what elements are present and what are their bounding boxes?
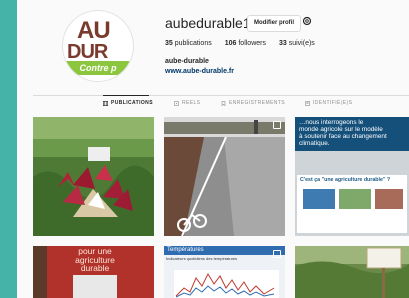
tab-publications[interactable]: PUBLICATIONS — [103, 100, 153, 106]
profile-stats: 35 publications 106 followers 33 suivi(e… — [165, 40, 315, 47]
avatar-logo-band: Contre p — [63, 61, 133, 75]
post-thumbnail-2[interactable] — [164, 117, 285, 236]
post-watermark: Vimeo — [388, 225, 405, 231]
post-text-line: climatique. — [299, 140, 330, 147]
post-thumbnail-6[interactable] — [295, 246, 409, 298]
profile-avatar[interactable]: AU DUR Contre p — [63, 11, 133, 81]
post-image — [164, 117, 285, 236]
tab-label: PUBLICATIONS — [111, 100, 153, 106]
edit-profile-button[interactable]: Modifier profil — [247, 15, 301, 32]
tabs-divider — [33, 95, 409, 96]
post-text-line: à soutenir face au changement — [299, 133, 387, 140]
profile-username: aubedurable10 — [165, 15, 259, 31]
post-text-line: …nous interrogeons le — [299, 119, 364, 126]
multi-photo-icon — [273, 121, 281, 129]
instagram-profile-page: AU DUR Contre p aubedurable10 Modifier p… — [17, 0, 409, 298]
grid-icon — [103, 100, 108, 106]
tab-identifies[interactable]: IDENTIFIÉ(E)S — [305, 100, 352, 106]
profile-tabs: PUBLICATIONS REELS ENREGISTREMENTS IDENT… — [17, 100, 409, 110]
post-text-line: durable — [80, 263, 110, 273]
post-chart-subtitle: Indicateurs quotidiens des températures — [166, 256, 238, 261]
tab-reels[interactable]: REELS — [174, 100, 200, 106]
stat-following[interactable]: 33 suivi(e)s — [279, 40, 315, 47]
gear-icon[interactable] — [302, 16, 312, 26]
post-question: C'est ça "une agriculture durable" ? — [300, 177, 391, 183]
post-thumbnail-3[interactable]: …nous interrogeons le monde agricole sur… — [295, 117, 409, 236]
tab-label: IDENTIFIÉ(E)S — [313, 100, 353, 106]
post-caption-box: …nous interrogeons le monde agricole sur… — [295, 117, 409, 151]
post-image — [33, 117, 154, 236]
stat-followers[interactable]: 106 followers — [225, 40, 266, 47]
reels-icon — [174, 100, 179, 106]
post-text-line: monde agricole sur le modèle — [299, 126, 383, 133]
bookmark-icon — [221, 100, 226, 106]
profile-full-name: aube-durable — [165, 58, 209, 65]
tab-label: REELS — [182, 100, 201, 106]
tab-label: ENREGISTREMENTS — [229, 100, 286, 106]
post-chart-image — [174, 270, 279, 298]
post-thumbnail-4[interactable]: pour une agriculture durable — [33, 246, 154, 298]
multi-photo-icon — [273, 250, 281, 258]
post-thumbnail-5[interactable]: Températures Indicateurs quotidiens des … — [164, 246, 285, 298]
tag-icon — [305, 100, 310, 106]
active-tab-indicator — [103, 95, 149, 96]
post-image — [295, 246, 409, 298]
stat-publications[interactable]: 35 publications — [165, 40, 212, 47]
tab-enregistrements[interactable]: ENREGISTREMENTS — [221, 100, 285, 106]
post-chart-title: Températures — [164, 246, 285, 255]
post-thumbnail-1[interactable] — [33, 117, 154, 236]
profile-website-link[interactable]: www.aube-durable.fr — [165, 68, 234, 75]
